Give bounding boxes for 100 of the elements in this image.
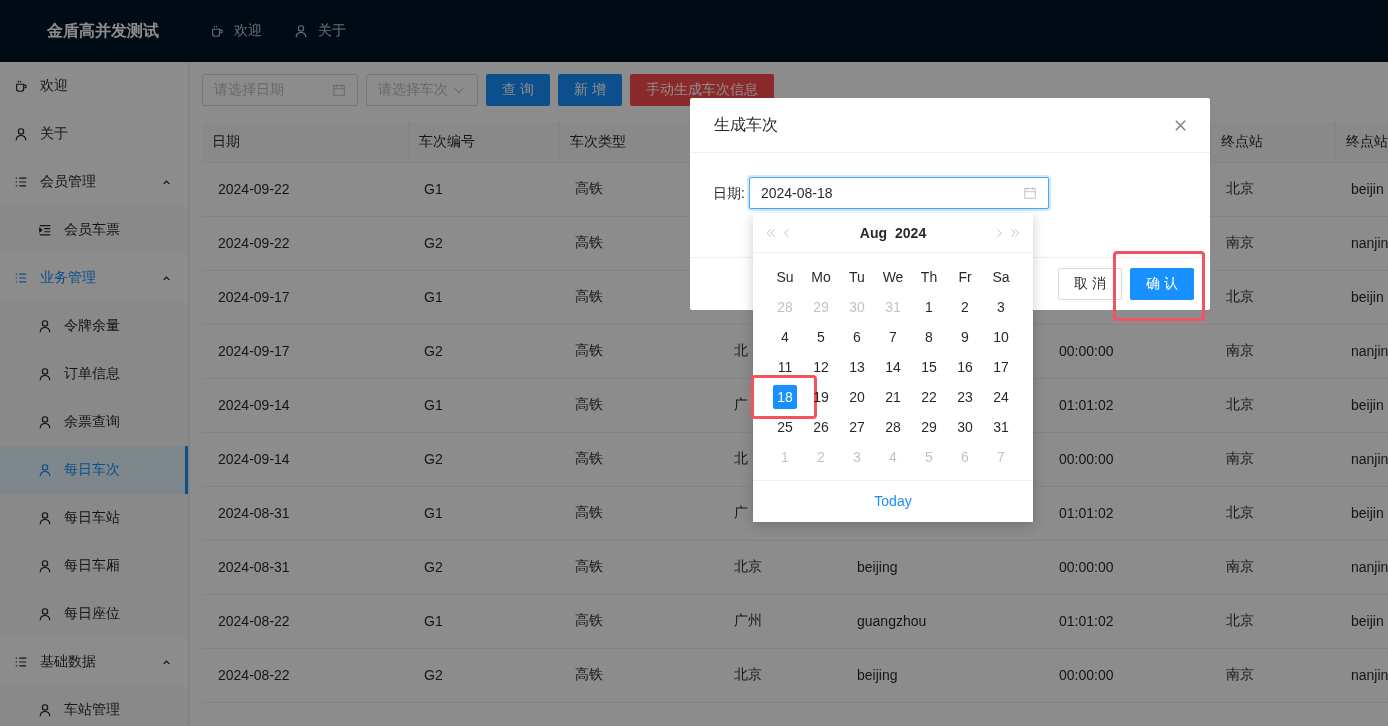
weekday-label: We xyxy=(881,268,905,287)
calendar-day[interactable]: 4 xyxy=(773,325,797,349)
table-cell: G2 xyxy=(408,648,559,702)
calendar-day[interactable]: 20 xyxy=(845,385,869,409)
today-link[interactable]: Today xyxy=(874,492,912,509)
date-input-field[interactable]: 2024-08-18 xyxy=(748,177,1049,209)
table-cell: G1 xyxy=(408,486,559,540)
calendar-day[interactable]: 15 xyxy=(917,355,941,379)
user-icon xyxy=(38,607,52,621)
table-cell: G1 xyxy=(408,162,559,216)
calendar-day[interactable]: 31 xyxy=(989,415,1013,439)
menu-item[interactable]: 每日座位 xyxy=(0,590,188,638)
calendar-day[interactable]: 24 xyxy=(989,385,1013,409)
table-cell: 北京 xyxy=(1210,594,1335,648)
table-cell: 南京 xyxy=(1210,324,1335,378)
menu-item[interactable]: 余票查询 xyxy=(0,398,188,446)
table-cell: 2024-09-17 xyxy=(202,324,408,378)
table-cell: nanjin xyxy=(1335,540,1388,594)
user-icon xyxy=(14,127,28,141)
table-cell: G1 xyxy=(408,594,559,648)
calendar-day[interactable]: 16 xyxy=(953,355,977,379)
user-icon xyxy=(38,511,52,525)
weekday-label: Sa xyxy=(991,268,1011,287)
menu-item[interactable]: 关于 xyxy=(0,110,188,158)
table-cell: 2024-09-14 xyxy=(202,432,408,486)
user-icon xyxy=(38,319,52,333)
dialog-button[interactable]: 取 消 xyxy=(1058,268,1122,300)
table-cell: G2 xyxy=(408,540,559,594)
table-cell: 高铁 xyxy=(559,432,718,486)
column-header: 终点站 xyxy=(1335,122,1388,162)
table-cell: 高铁 xyxy=(559,648,718,702)
table-cell: 2024-08-22 xyxy=(202,648,408,702)
table-cell: nanjin xyxy=(1335,432,1388,486)
calendar-day[interactable]: 14 xyxy=(881,355,905,379)
nav-link[interactable]: 欢迎 xyxy=(210,22,262,40)
table-cell: 南京 xyxy=(1210,648,1335,702)
calendar-day[interactable]: 13 xyxy=(845,355,869,379)
table-cell: beijin xyxy=(1335,378,1388,432)
table-cell: 00:00:00 xyxy=(1043,324,1210,378)
calendar-day[interactable]: 9 xyxy=(953,325,977,349)
calendar-day[interactable]: 29 xyxy=(917,415,941,439)
list-icon xyxy=(14,271,28,285)
table-cell: 南京 xyxy=(1210,540,1335,594)
calendar-day[interactable]: 27 xyxy=(845,415,869,439)
calendar-day[interactable]: 28 xyxy=(881,415,905,439)
table-cell: 高铁 xyxy=(559,324,718,378)
user-icon xyxy=(38,415,52,429)
table-cell: beijin xyxy=(1335,162,1388,216)
user-icon xyxy=(38,559,52,573)
calendar-day[interactable]: 1 xyxy=(917,295,941,319)
table-cell: guangzhou xyxy=(841,594,1043,648)
weekday-label: Tu xyxy=(848,268,866,287)
menu-item[interactable]: 令牌余量 xyxy=(0,302,188,350)
table-cell: 北京 xyxy=(1210,486,1335,540)
menu-item[interactable]: 订单信息 xyxy=(0,350,188,398)
table-cell: 2024-09-17 xyxy=(202,270,408,324)
calendar-day[interactable]: 17 xyxy=(989,355,1013,379)
cup-icon xyxy=(210,24,224,38)
table-cell: nanjin xyxy=(1335,324,1388,378)
table-cell: 2024-08-31 xyxy=(202,486,408,540)
menu-group[interactable]: 会员管理 xyxy=(0,158,188,206)
table-cell: 2024-08-22 xyxy=(202,594,408,648)
table-cell: 高铁 xyxy=(559,594,718,648)
table-cell: 2024-09-14 xyxy=(202,378,408,432)
calendar-day[interactable]: 10 xyxy=(989,325,1013,349)
nav-link[interactable]: 关于 xyxy=(294,22,346,40)
dialog-button[interactable]: 确 认 xyxy=(1130,268,1194,300)
calendar-day[interactable]: 23 xyxy=(953,385,977,409)
calendar-day[interactable]: 11 xyxy=(773,355,797,379)
calendar-day[interactable]: 6 xyxy=(845,325,869,349)
table-cell: beijing xyxy=(841,648,1043,702)
column-header: 日期 xyxy=(202,122,408,162)
weekday-label: Mo xyxy=(810,268,832,287)
table-cell: 南京 xyxy=(1210,432,1335,486)
calendar-day[interactable]: 7 xyxy=(881,325,905,349)
double-chevron-left-icon[interactable] xyxy=(765,226,777,239)
calendar-day[interactable]: 21 xyxy=(881,385,905,409)
calendar-day[interactable]: 8 xyxy=(917,325,941,349)
list-icon xyxy=(14,175,28,189)
table-cell: G2 xyxy=(408,324,559,378)
menu-item[interactable]: 车站管理 xyxy=(0,686,188,726)
menu-item[interactable]: 每日车厢 xyxy=(0,542,188,590)
year-label[interactable]: 2024 xyxy=(895,224,927,241)
calendar-day[interactable]: 12 xyxy=(809,355,833,379)
month-label[interactable]: Aug xyxy=(859,224,888,241)
table-cell: 00:00:00 xyxy=(1043,648,1210,702)
menu-group[interactable]: 基础数据 xyxy=(0,638,188,686)
calendar-day[interactable]: 3 xyxy=(989,295,1013,319)
calendar-icon xyxy=(332,83,346,97)
menu-item[interactable]: 每日车站 xyxy=(0,494,188,542)
calendar-day[interactable]: 5 xyxy=(809,325,833,349)
menu-item[interactable]: 欢迎 xyxy=(0,62,188,110)
table-cell: G1 xyxy=(408,378,559,432)
calendar-day[interactable]: 30 xyxy=(953,415,977,439)
menu-item[interactable]: 会员车票 xyxy=(0,206,188,254)
double-chevron-right-icon[interactable] xyxy=(1009,226,1021,239)
calendar-day[interactable]: 22 xyxy=(917,385,941,409)
calendar-day[interactable]: 2 xyxy=(953,295,977,319)
user-icon xyxy=(38,703,52,717)
calendar-day[interactable]: 18 xyxy=(773,385,797,409)
